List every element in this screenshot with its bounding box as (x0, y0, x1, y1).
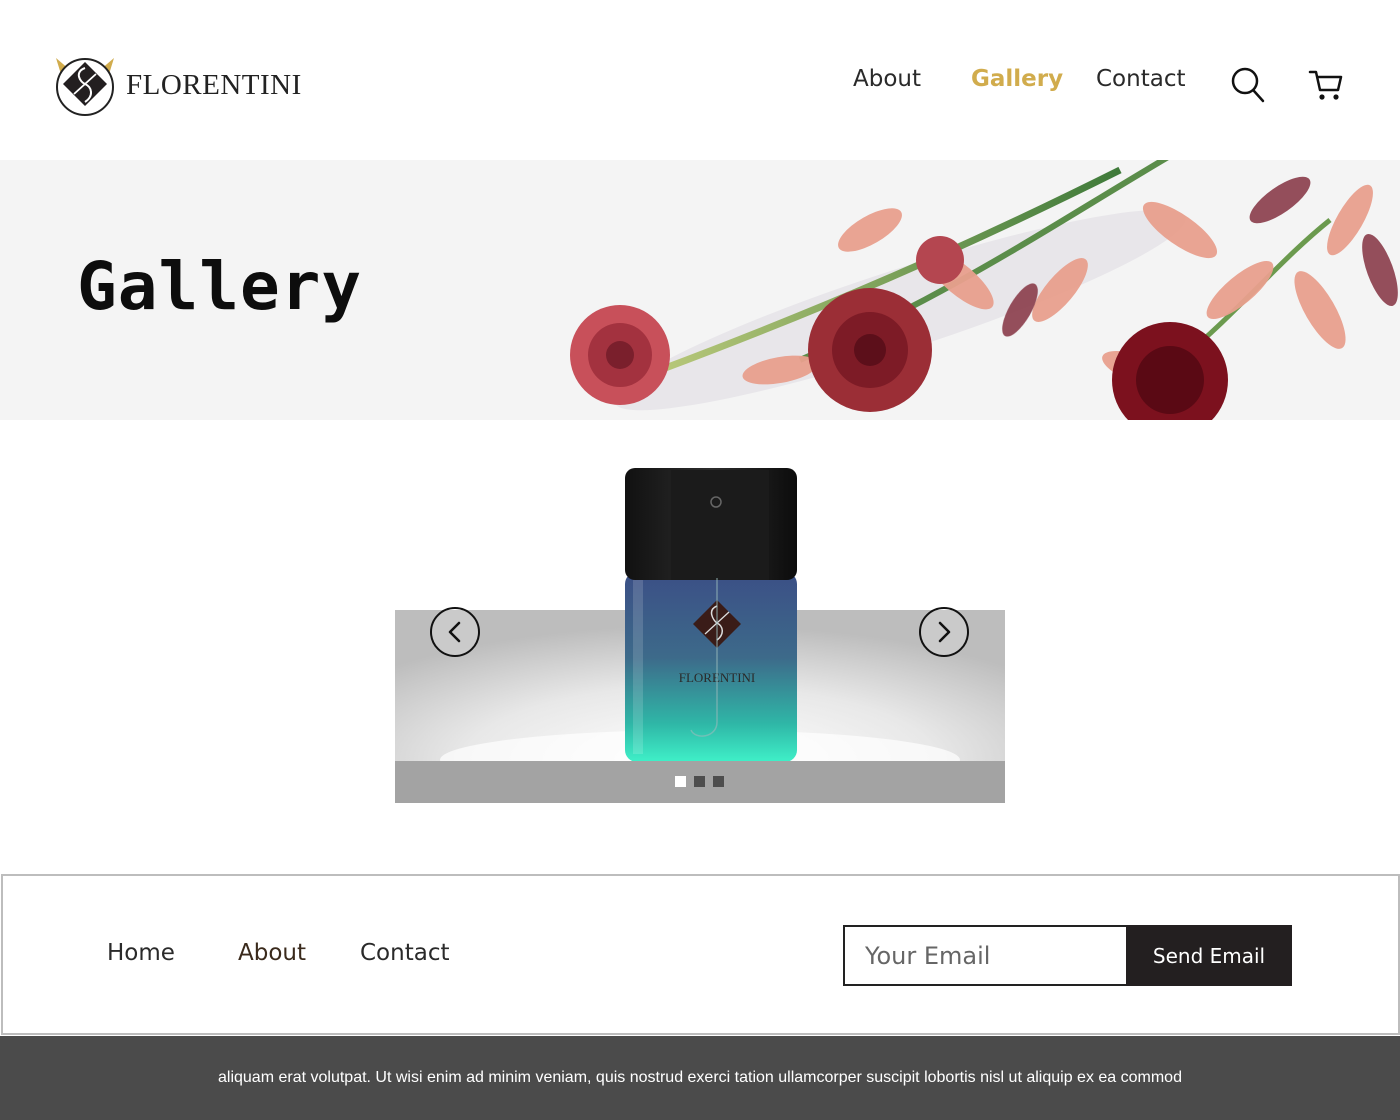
search-icon[interactable] (1230, 66, 1266, 109)
chevron-right-icon (938, 621, 951, 643)
chevron-left-icon (448, 621, 461, 643)
newsletter-form: Send Email (843, 925, 1292, 986)
carousel-prev-button[interactable] (430, 607, 480, 657)
email-input[interactable] (843, 925, 1126, 986)
site-header: FLORENTINI About Gallery Contact (0, 0, 1400, 160)
footer-link-contact[interactable]: Contact (360, 940, 449, 966)
nav-item-about[interactable]: About (853, 66, 921, 92)
footer-copy-text: aliquam erat volutpat. Ut wisi enim ad m… (218, 1069, 1182, 1086)
nav-item-contact[interactable]: Contact (1096, 66, 1185, 92)
send-email-button[interactable]: Send Email (1126, 925, 1292, 986)
carousel-dots (675, 776, 724, 787)
bottom-bar: aliquam erat volutpat. Ut wisi enim ad m… (0, 1036, 1400, 1120)
cart-icon[interactable] (1308, 68, 1344, 107)
product-carousel[interactable]: FLORENTINI (395, 460, 1005, 803)
page-title: Gallery (77, 248, 363, 325)
main-nav: About Gallery Contact (0, 66, 1400, 106)
carousel-dot-3[interactable] (713, 776, 724, 787)
gallery-hero-banner: Gallery (0, 160, 1400, 420)
site-footer: Home About Contact Send Email (1, 874, 1400, 1035)
flowers-hero-image (570, 160, 1398, 420)
footer-link-about[interactable]: About (238, 940, 306, 966)
carousel-dot-1[interactable] (675, 776, 686, 787)
footer-link-home[interactable]: Home (107, 940, 175, 966)
carousel-dot-2[interactable] (694, 776, 705, 787)
perfume-bottle-image: FLORENTINI (395, 460, 1005, 803)
nav-item-gallery[interactable]: Gallery (971, 66, 1063, 92)
carousel-next-button[interactable] (919, 607, 969, 657)
